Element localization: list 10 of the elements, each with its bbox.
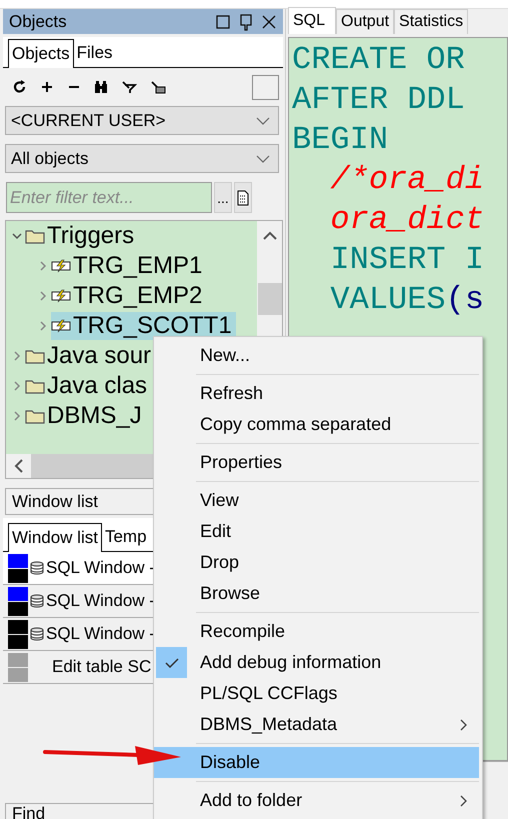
code-line: INSERT I bbox=[329, 240, 486, 280]
code-line: AFTER DDL bbox=[292, 80, 466, 120]
code-line: /*ora_di bbox=[329, 160, 486, 200]
code-line: VALUES(s bbox=[329, 280, 486, 320]
panel-title: Objects bbox=[9, 12, 67, 32]
code-line: BEGIN bbox=[292, 120, 390, 160]
code-line: CREATE OR bbox=[292, 40, 466, 80]
panel-title: Window list bbox=[12, 492, 98, 512]
panel-title: Find bbox=[12, 804, 46, 819]
code-line: ora_dict bbox=[329, 200, 486, 240]
